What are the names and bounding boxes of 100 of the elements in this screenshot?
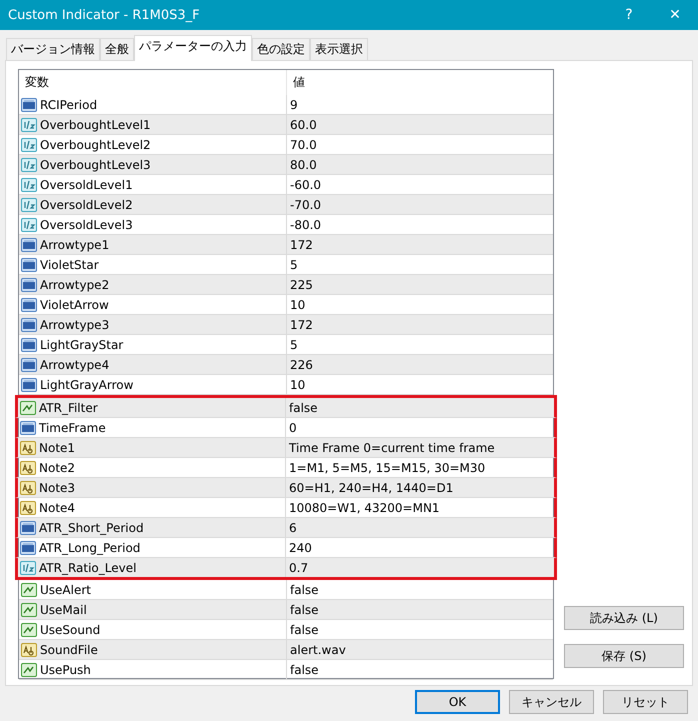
tab[interactable]: 全般	[100, 38, 134, 60]
parameter-name: LightGrayArrow	[40, 378, 134, 392]
fraction-type-icon	[20, 560, 36, 576]
parameter-value[interactable]: 80.0	[290, 158, 317, 172]
parameter-name: UseAlert	[40, 582, 91, 596]
parameter-name: ATR_Filter	[39, 400, 98, 414]
parameter-name: ATR_Long_Period	[39, 540, 140, 554]
parameter-value[interactable]: false	[290, 622, 319, 636]
parameter-value[interactable]: 226	[290, 358, 313, 372]
parameter-name: VioletStar	[40, 258, 99, 272]
parameter-name: Arrowtype2	[40, 278, 110, 292]
parameter-value[interactable]: false	[290, 662, 319, 676]
parameter-value[interactable]: 240	[289, 540, 312, 554]
column-header: 変数	[25, 75, 49, 89]
parameter-value[interactable]: 172	[290, 238, 313, 252]
number-type-icon	[20, 420, 36, 436]
parameter-value[interactable]: 5	[290, 338, 298, 352]
parameter-value[interactable]: 60=H1, 240=H4, 1440=D1	[289, 480, 454, 494]
number-type-icon	[21, 276, 37, 292]
parameter-name: UseMail	[40, 602, 87, 616]
parameter-name: Note4	[39, 500, 76, 514]
parameter-name: Arrowtype4	[40, 358, 110, 372]
parameter-value[interactable]: -80.0	[290, 218, 322, 232]
toggle-type-icon	[20, 400, 36, 416]
parameter-value[interactable]: 0.7	[289, 560, 308, 574]
parameter-value[interactable]: false	[289, 400, 318, 414]
parameter-name: Note3	[39, 480, 76, 494]
number-type-icon	[21, 256, 37, 272]
column-header: 値	[293, 74, 305, 91]
parameter-name: Note2	[39, 460, 76, 474]
parameter-name: SoundFile	[40, 642, 98, 656]
parameter-name: ATR_Short_Period	[39, 520, 144, 534]
tab[interactable]: パラメーターの入力	[134, 35, 252, 61]
tab[interactable]: 表示選択	[310, 38, 368, 60]
parameter-value[interactable]: -70.0	[290, 198, 322, 212]
text-type-icon	[20, 480, 36, 496]
parameter-name: RCIPeriod	[40, 98, 98, 112]
parameter-value[interactable]: alert.wav	[290, 642, 346, 656]
parameter-value[interactable]: 70.0	[290, 138, 317, 152]
save-button[interactable]: 保存 (S)	[564, 644, 684, 668]
dialog-button[interactable]: リセット	[603, 690, 688, 714]
parameter-name: OversoldLevel2	[40, 198, 133, 212]
toggle-type-icon	[21, 662, 37, 678]
number-type-icon	[21, 96, 37, 112]
parameter-name: UseSound	[40, 622, 100, 636]
parameter-name: OversoldLevel3	[40, 218, 133, 232]
toggle-type-icon	[21, 602, 37, 618]
parameter-name: Note1	[39, 440, 76, 454]
fraction-type-icon	[21, 176, 37, 192]
text-type-icon	[20, 440, 36, 456]
parameter-value[interactable]: false	[290, 582, 319, 596]
parameter-name: Arrowtype1	[40, 238, 110, 252]
parameter-name: LightGrayStar	[40, 338, 124, 352]
parameter-value[interactable]: -60.0	[290, 178, 322, 192]
fraction-type-icon	[21, 116, 37, 132]
text-type-icon	[20, 500, 36, 516]
parameter-name: VioletArrow	[40, 298, 109, 312]
parameter-value[interactable]: 10	[290, 298, 306, 312]
fraction-type-icon	[21, 156, 37, 172]
parameter-value[interactable]: 10080=W1, 43200=MN1	[289, 500, 440, 514]
text-type-icon	[21, 642, 37, 658]
parameter-value[interactable]: 1=M1, 5=M5, 15=M15, 30=M30	[289, 460, 486, 474]
parameter-name: TimeFrame	[39, 420, 106, 434]
dialog-button[interactable]: キャンセル	[509, 690, 594, 714]
parameter-value[interactable]: 172	[290, 318, 313, 332]
parameter-name: OversoldLevel1	[40, 178, 133, 192]
number-type-icon	[21, 376, 37, 392]
parameter-value[interactable]: 5	[290, 258, 298, 272]
number-type-icon	[21, 336, 37, 352]
number-type-icon	[21, 316, 37, 332]
text-type-icon	[20, 460, 36, 476]
parameter-name: OverboughtLevel3	[40, 158, 151, 172]
parameter-value[interactable]: Time Frame 0=current time frame	[289, 440, 495, 454]
number-type-icon	[21, 296, 37, 312]
parameter-name: Arrowtype3	[40, 318, 110, 332]
fraction-type-icon	[21, 136, 37, 152]
parameter-value[interactable]: 60.0	[290, 118, 317, 132]
toggle-type-icon	[21, 622, 37, 638]
tab[interactable]: 色の設定	[252, 38, 310, 60]
toggle-type-icon	[21, 582, 37, 598]
dialog-button[interactable]: OK	[415, 690, 500, 714]
parameter-value[interactable]: 10	[290, 378, 306, 392]
fraction-type-icon	[21, 196, 37, 212]
parameter-value[interactable]: 6	[289, 520, 297, 534]
number-type-icon	[21, 356, 37, 372]
load-button[interactable]: 読み込み (L)	[564, 606, 684, 630]
parameter-name: UsePush	[40, 662, 91, 676]
parameter-value[interactable]: 0	[289, 420, 297, 434]
tab[interactable]: バージョン情報	[6, 38, 100, 60]
fraction-type-icon	[21, 216, 37, 232]
parameter-name: ATR_Ratio_Level	[39, 560, 136, 574]
parameter-name: OverboughtLevel2	[40, 138, 151, 152]
number-type-icon	[21, 236, 37, 252]
parameter-value[interactable]: false	[290, 602, 319, 616]
parameter-value[interactable]: 9	[290, 98, 298, 112]
parameter-name: OverboughtLevel1	[40, 118, 151, 132]
window-title: Custom Indicator - R1M0S3_F	[7, 8, 201, 22]
number-type-icon	[20, 520, 36, 536]
number-type-icon	[20, 540, 36, 556]
parameter-value[interactable]: 225	[290, 278, 313, 292]
